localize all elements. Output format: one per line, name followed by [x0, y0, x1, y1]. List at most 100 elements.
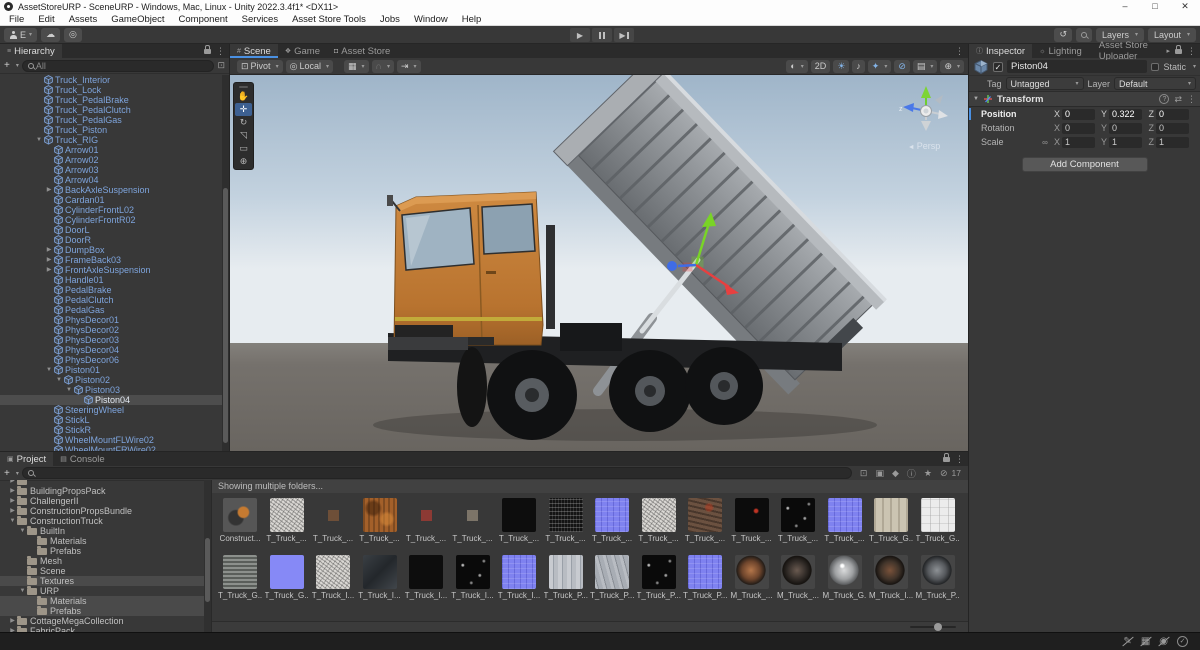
scene-tool-button[interactable]: ✛	[235, 103, 252, 116]
expand-arrow-icon[interactable]: ▼	[18, 526, 27, 536]
constrain-proportions-icon[interactable]: ∞	[1039, 138, 1051, 147]
hierarchy-item[interactable]: CylinderFrontL02	[0, 205, 229, 215]
asset-item[interactable]: T_Truck_P...	[682, 555, 728, 612]
lock-icon[interactable]	[1175, 49, 1182, 54]
asset-item[interactable]: T_Truck_...	[543, 498, 589, 555]
asset-item[interactable]: T_Truck_I...	[450, 555, 496, 612]
cloud-button[interactable]: ☁	[41, 28, 60, 42]
asset-item[interactable]: T_Truck_...	[589, 498, 635, 555]
hierarchy-item[interactable]: StickL	[0, 415, 229, 425]
asset-thumbnail[interactable]	[921, 555, 955, 589]
hierarchy-item[interactable]: Truck_Lock	[0, 85, 229, 95]
account-button[interactable]: E ▾	[4, 28, 37, 42]
global-search-button[interactable]	[1076, 28, 1092, 42]
folder-item[interactable]: Textures	[0, 576, 211, 586]
hierarchy-item[interactable]: PhysDecor02	[0, 325, 229, 335]
asset-thumbnail[interactable]	[874, 555, 908, 589]
scene-toggle-button[interactable]: ⊘ ▾	[894, 60, 910, 73]
scene-tool-button[interactable]: ⊕	[235, 155, 252, 168]
position-y-field[interactable]: 0.322	[1109, 109, 1142, 120]
folder-item[interactable]: Mesh	[0, 556, 211, 566]
kebab-menu-icon[interactable]: ⋮	[216, 46, 225, 57]
hierarchy-item[interactable]: SteeringWheel	[0, 405, 229, 415]
layer-dropdown[interactable]: Default ▾	[1114, 77, 1196, 90]
chevron-down-icon[interactable]: ▾	[16, 470, 19, 477]
asset-thumbnail[interactable]	[595, 498, 629, 532]
project-tab[interactable]: ▤ Console	[53, 452, 111, 466]
asset-thumbnail[interactable]	[270, 555, 304, 589]
hierarchy-item[interactable]: Truck_PedalGas	[0, 115, 229, 125]
asset-thumbnail[interactable]	[502, 498, 536, 532]
hierarchy-item[interactable]: Handle01	[0, 275, 229, 285]
perspective-label[interactable]: ◄Persp	[888, 141, 960, 151]
rotation-x-field[interactable]: 0	[1062, 123, 1095, 134]
asset-thumbnail[interactable]	[642, 498, 676, 532]
static-dropdown-icon[interactable]: ▾	[1193, 63, 1196, 70]
label-filter-icon[interactable]: ◆	[892, 468, 899, 479]
scene-viewport[interactable]: ✋ ✛ ↻ ◹ ▭	[230, 75, 968, 451]
scene-toggle-button[interactable]: ◐ ▾	[786, 60, 807, 73]
hierarchy-item[interactable]: Truck_PedalClutch	[0, 105, 229, 115]
expand-arrow-icon[interactable]: ▼	[18, 586, 27, 596]
position-z-field[interactable]: 0	[1156, 109, 1189, 120]
asset-item[interactable]: T_Truck_G...	[915, 498, 961, 555]
expand-arrow-icon[interactable]: ▶	[8, 486, 17, 496]
play-button[interactable]: ▶	[570, 28, 590, 42]
hierarchy-search-input[interactable]: All	[22, 60, 215, 72]
scene-tool-button[interactable]: ▭	[235, 142, 252, 155]
folder-item[interactable]: ▶ CottageMegaCollection	[0, 616, 211, 626]
expand-arrow-icon[interactable]: ▶	[44, 245, 54, 255]
asset-thumbnail[interactable]	[223, 498, 257, 532]
scene-toggle-button[interactable]: 2D ▾	[811, 60, 831, 73]
asset-thumbnail[interactable]	[828, 498, 862, 532]
hierarchy-item[interactable]: PhysDecor01	[0, 315, 229, 325]
chevron-down-icon[interactable]: ▾	[16, 62, 19, 69]
asset-item[interactable]: T_Truck_I...	[496, 555, 542, 612]
position-x-field[interactable]: 0	[1062, 109, 1095, 120]
menu-item[interactable]: Component	[172, 13, 235, 26]
hierarchy-item[interactable]: ▼ Piston03	[0, 385, 229, 395]
project-search-input[interactable]	[22, 467, 852, 479]
packages-icon[interactable]: ▣	[875, 468, 884, 479]
folder-item[interactable]: Materials	[0, 536, 211, 546]
hierarchy-item[interactable]: CylinderFrontR02	[0, 215, 229, 225]
hierarchy-item[interactable]: DoorR	[0, 235, 229, 245]
asset-item[interactable]: T_Truck_G...	[217, 555, 263, 612]
hierarchy-item[interactable]: ▼ Truck_RIG	[0, 135, 229, 145]
asset-item[interactable]: T_Truck_I...	[357, 555, 403, 612]
scale-y-field[interactable]: 1	[1109, 137, 1142, 148]
hierarchy-item[interactable]: ▶ BackAxleSuspension	[0, 185, 229, 195]
undo-history-button[interactable]: ↺	[1054, 28, 1072, 42]
expand-arrow-icon[interactable]: ▶	[8, 506, 17, 516]
asset-thumbnail[interactable]	[363, 555, 397, 589]
lock-icon[interactable]	[204, 49, 211, 54]
folder-item[interactable]: Materials	[0, 596, 211, 606]
hierarchy-item[interactable]: Truck_Interior	[0, 75, 229, 85]
pivot-mode-button[interactable]: ⊡ Pivot ▾	[237, 60, 283, 73]
kebab-menu-icon[interactable]: ⋮	[955, 454, 964, 465]
hierarchy-item[interactable]: DoorL	[0, 225, 229, 235]
asset-item[interactable]: T_Truck_...	[636, 498, 682, 555]
asset-item[interactable]: T_Truck_...	[357, 498, 403, 555]
pause-button[interactable]	[592, 28, 612, 42]
folder-item[interactable]: ▼ ConstructionTruck	[0, 516, 211, 526]
hierarchy-scrollbar[interactable]	[222, 75, 229, 451]
hierarchy-item[interactable]: PhysDecor03	[0, 335, 229, 345]
hierarchy-item[interactable]: ▼ Piston01	[0, 365, 229, 375]
expand-arrow-icon[interactable]: ▼	[64, 385, 74, 395]
snap-button[interactable]: ▦ ▾	[344, 60, 369, 73]
expand-arrow-icon[interactable]: ▼	[34, 135, 44, 145]
asset-thumbnail[interactable]	[456, 555, 490, 589]
asset-thumbnail[interactable]	[270, 498, 304, 532]
asset-thumbnail[interactable]	[735, 555, 769, 589]
asset-thumbnail[interactable]	[409, 498, 443, 532]
asset-item[interactable]: T_Truck_...	[264, 498, 310, 555]
asset-item[interactable]: T_Truck_...	[682, 498, 728, 555]
expand-arrow-icon[interactable]: ▶	[44, 255, 54, 265]
maximize-button[interactable]: □	[1140, 0, 1170, 13]
expand-arrow-icon[interactable]: ▼	[8, 516, 17, 526]
asset-thumbnail[interactable]	[595, 555, 629, 589]
tab-hierarchy[interactable]: ≡ Hierarchy	[0, 44, 62, 58]
scene-toggle-button[interactable]: ⊕ ▾	[940, 60, 964, 73]
folder-item[interactable]: Prefabs	[0, 546, 211, 556]
